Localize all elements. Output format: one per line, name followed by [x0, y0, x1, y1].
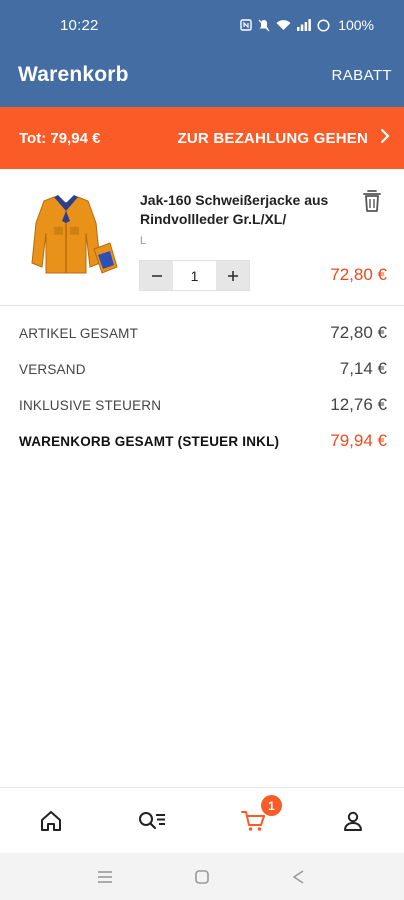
decrement-button[interactable] — [140, 261, 173, 290]
checkout-button[interactable]: ZUR BEZAHLUNG GEHEN — [178, 121, 390, 155]
checkout-total: Tot: 79,94 € — [19, 130, 101, 147]
wifi-icon — [276, 19, 291, 31]
order-summary: ARTIKEL GESAMT 72,80 € VERSAND 7,14 € IN… — [0, 318, 404, 462]
increment-button[interactable] — [216, 261, 249, 290]
nfc-icon — [240, 19, 252, 31]
back-icon[interactable] — [288, 867, 308, 887]
status-bar: 10:22 100% — [0, 0, 404, 43]
product-variant: L — [140, 235, 147, 247]
status-icons: 100% — [240, 17, 374, 33]
quantity-stepper: 1 — [139, 260, 250, 291]
system-nav — [0, 853, 404, 900]
summary-row-taxes: INKLUSIVE STEUERN 12,76 € — [0, 390, 404, 426]
summary-row-shipping: VERSAND 7,14 € — [0, 354, 404, 390]
summary-label: ARTIKEL GESAMT — [19, 326, 139, 341]
rabatt-button[interactable]: RABATT — [332, 67, 392, 84]
summary-value: 79,94 € — [330, 431, 387, 450]
page-title: Warenkorb — [18, 63, 129, 86]
app-header: Warenkorb RABATT — [0, 43, 404, 107]
summary-row-total: WARENKORB GESAMT (STEUER INKL) 79,94 € — [0, 426, 404, 462]
mute-icon — [258, 19, 270, 32]
app-root: 10:22 100% Warenkorb RABATT Tot: 79,94 €… — [0, 0, 404, 900]
summary-value: 12,76 € — [330, 395, 387, 414]
trash-icon[interactable] — [362, 189, 382, 213]
status-time: 10:22 — [60, 17, 99, 34]
product-image[interactable] — [14, 193, 118, 279]
quantity-value[interactable]: 1 — [173, 261, 216, 290]
recents-icon[interactable] — [95, 867, 115, 887]
search-icon[interactable] — [137, 807, 167, 835]
home-icon[interactable] — [36, 807, 66, 835]
item-price: 72,80 € — [330, 265, 387, 284]
checkout-button-label: ZUR BEZAHLUNG GEHEN — [177, 129, 368, 147]
summary-row-items: ARTIKEL GESAMT 72,80 € — [0, 318, 404, 354]
system-home-icon[interactable] — [192, 867, 212, 887]
checkout-bar: Tot: 79,94 € ZUR BEZAHLUNG GEHEN — [0, 107, 404, 169]
summary-value: 7,14 € — [339, 359, 387, 378]
summary-label: VERSAND — [19, 362, 86, 377]
summary-value: 72,80 € — [330, 323, 387, 342]
cart-badge: 1 — [261, 795, 282, 816]
product-name[interactable]: Jak-160 Schweißerjacke aus Rindvollleder… — [140, 191, 340, 229]
bottom-nav — [0, 787, 404, 853]
signal-icon — [297, 19, 312, 31]
summary-label: INKLUSIVE STEUERN — [19, 398, 162, 413]
summary-label: WARENKORB GESAMT (STEUER INKL) — [19, 434, 280, 449]
account-icon[interactable] — [338, 807, 368, 835]
chevron-right-icon — [380, 128, 390, 148]
battery-percent: 100% — [338, 17, 374, 33]
cart-item: Jak-160 Schweißerjacke aus Rindvollleder… — [0, 169, 404, 306]
battery-icon — [317, 18, 330, 32]
